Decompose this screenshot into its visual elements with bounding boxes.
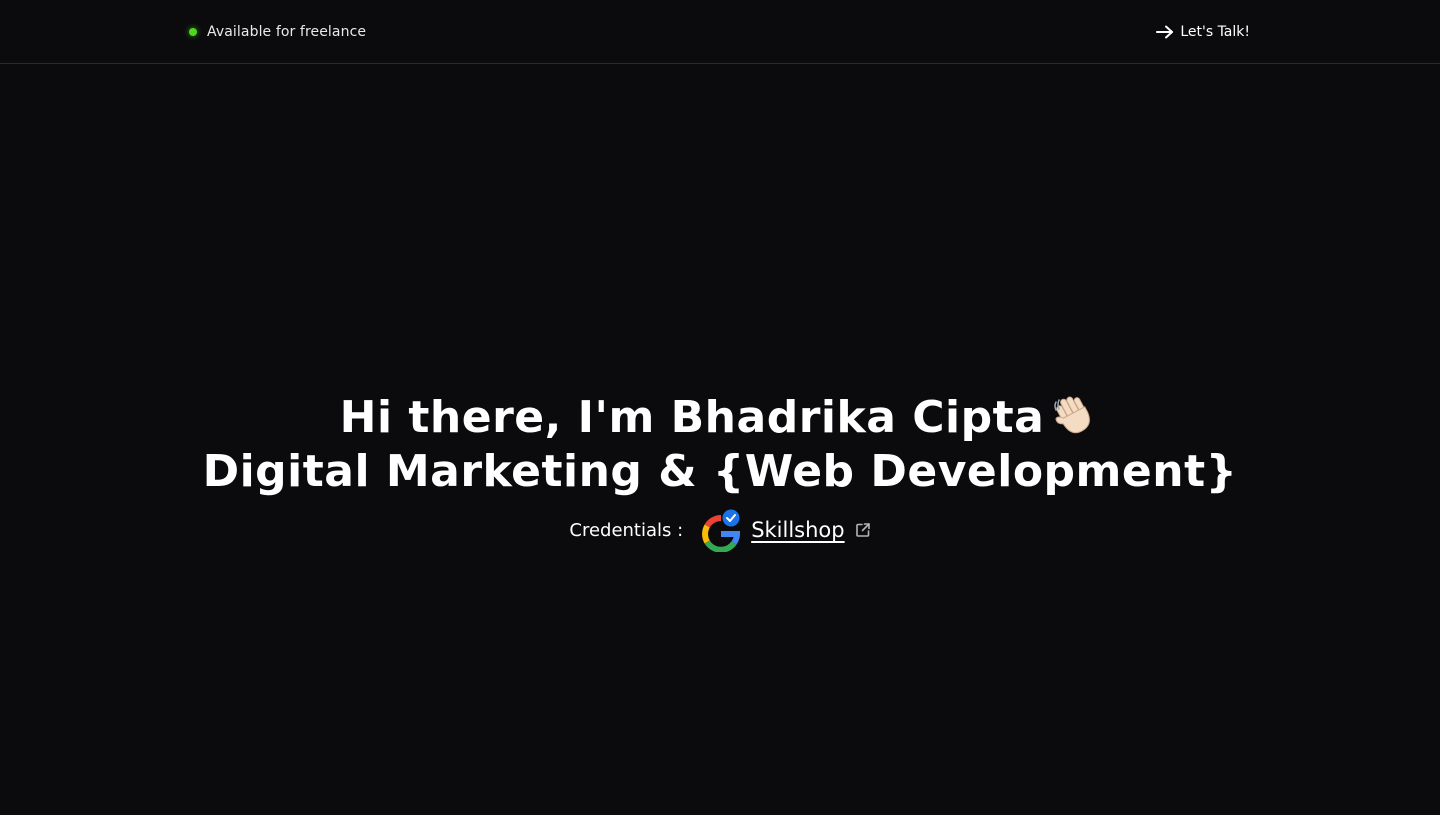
credentials-label: Credentials : [569,519,684,541]
skillshop-link-text: Skillshop [751,518,845,542]
availability-status: Available for freelance [189,22,366,42]
skillshop-link[interactable]: Skillshop [701,508,871,553]
google-verified-icon [701,508,741,553]
lets-talk-label: Let's Talk! [1180,24,1250,40]
arrow-right-icon [1156,25,1174,39]
waving-hand-icon [1052,390,1100,448]
status-dot-icon [189,28,197,36]
lets-talk-link[interactable]: Let's Talk! [1156,21,1250,43]
credentials-row: Credentials : Skillshop [0,508,1440,553]
hero-tagline: Digital Marketing & {Web Development} [202,446,1238,497]
availability-text: Available for freelance [207,24,367,40]
external-link-icon [855,522,871,538]
top-navigation-bar: Available for freelance Let's Talk! [0,0,1440,64]
hero-greeting-line: Hi there, I'm Bhadrika Cipta [0,390,1440,448]
hero-greeting: Hi there, I'm Bhadrika Cipta [339,392,1045,443]
hero-section: Hi there, I'm Bhadrika Cipta Digital Mar… [0,390,1440,496]
